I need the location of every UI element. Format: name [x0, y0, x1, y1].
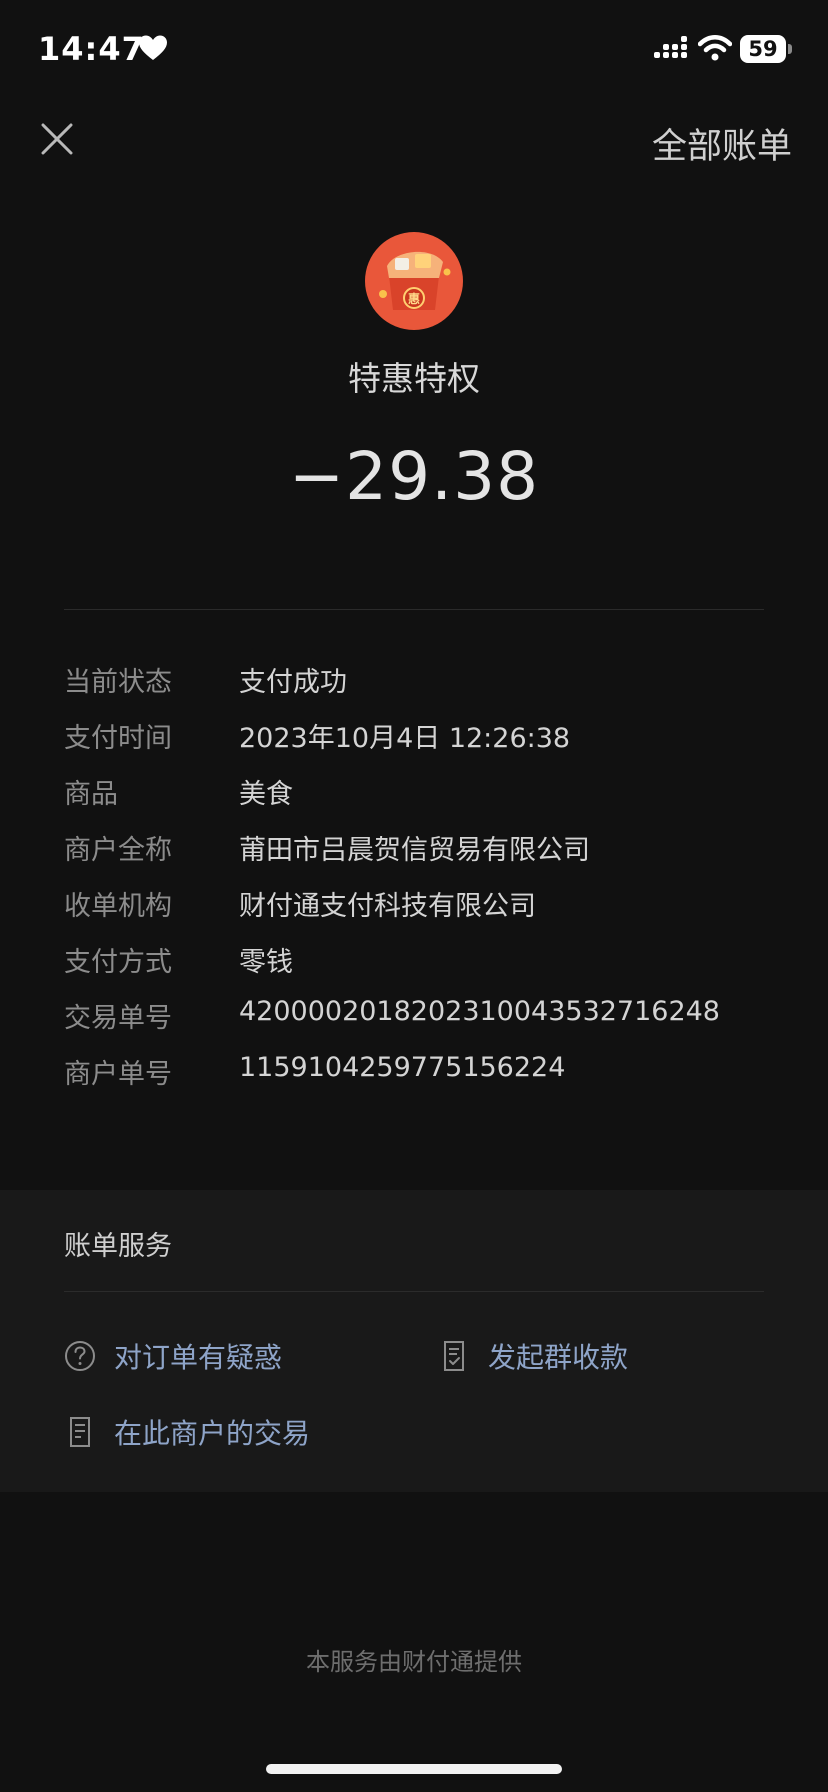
detail-label: 收单机构	[64, 891, 172, 922]
detail-row-acquirer: 收单机构 财付通支付科技有限公司	[64, 884, 784, 940]
receipt-check-icon	[444, 1341, 464, 1371]
battery-indicator: 59	[740, 35, 792, 63]
bill-services-card: 账单服务 对订单有疑惑 发起群收款 在此商户的交易	[0, 1190, 828, 1492]
status-bar: 14:47 59	[0, 0, 828, 100]
transaction-amount: −29.38	[288, 438, 540, 515]
detail-value: 财付通支付科技有限公司	[239, 891, 536, 922]
detail-value[interactable]: 4200002018202310043532716248	[239, 996, 720, 1027]
detail-value[interactable]: 1159104259775156224	[239, 1052, 565, 1083]
divider	[64, 609, 764, 610]
detail-value: 零钱	[239, 947, 293, 978]
detail-row-status: 当前状态 支付成功	[64, 660, 784, 716]
status-time: 14:47	[38, 30, 145, 68]
detail-row-pay-time: 支付时间 2023年10月4日 12:26:38	[64, 716, 784, 772]
document-list-icon	[70, 1417, 90, 1447]
battery-nub	[788, 44, 792, 54]
merchant-logo: 惠	[365, 232, 463, 330]
divider	[64, 1291, 764, 1292]
question-circle-icon	[65, 1341, 95, 1371]
service-label: 对订单有疑惑	[114, 1341, 283, 1374]
detail-value: 支付成功	[239, 667, 347, 698]
detail-row-merchant-full-name: 商户全称 莆田市吕晨贺信贸易有限公司	[64, 828, 784, 884]
logo-badge-text: 惠	[408, 291, 420, 306]
detail-value: 美食	[239, 779, 293, 810]
detail-label: 商品	[64, 779, 118, 810]
all-bills-link[interactable]: 全部账单	[652, 118, 792, 169]
detail-label: 商户全称	[64, 835, 172, 866]
detail-label: 当前状态	[64, 667, 172, 698]
service-label: 发起群收款	[488, 1341, 629, 1374]
transaction-details: 当前状态 支付成功 支付时间 2023年10月4日 12:26:38 商品 美食…	[64, 660, 784, 1108]
detail-row-merchant-order-id: 商户单号 1159104259775156224	[64, 1052, 784, 1108]
detail-label: 商户单号	[64, 1059, 172, 1090]
signal-icon	[654, 36, 687, 58]
detail-label: 支付时间	[64, 723, 172, 754]
footer-provider-text: 本服务由财付通提供	[306, 1648, 522, 1676]
detail-row-product: 商品 美食	[64, 772, 784, 828]
detail-row-pay-method: 支付方式 零钱	[64, 940, 784, 996]
wifi-icon	[698, 35, 732, 61]
detail-row-transaction-id: 交易单号 4200002018202310043532716248	[64, 996, 784, 1052]
close-icon[interactable]	[36, 118, 78, 160]
detail-value: 莆田市吕晨贺信贸易有限公司	[239, 835, 590, 866]
battery-level: 59	[740, 35, 786, 63]
detail-value: 2023年10月4日 12:26:38	[239, 723, 571, 754]
service-label: 在此商户的交易	[114, 1417, 311, 1450]
detail-label: 交易单号	[64, 1003, 172, 1034]
detail-label: 支付方式	[64, 947, 172, 978]
merchant-name: 特惠特权	[348, 359, 480, 398]
heart-icon	[139, 35, 167, 60]
bill-services-title: 账单服务	[64, 1231, 172, 1262]
home-indicator[interactable]	[266, 1764, 562, 1774]
